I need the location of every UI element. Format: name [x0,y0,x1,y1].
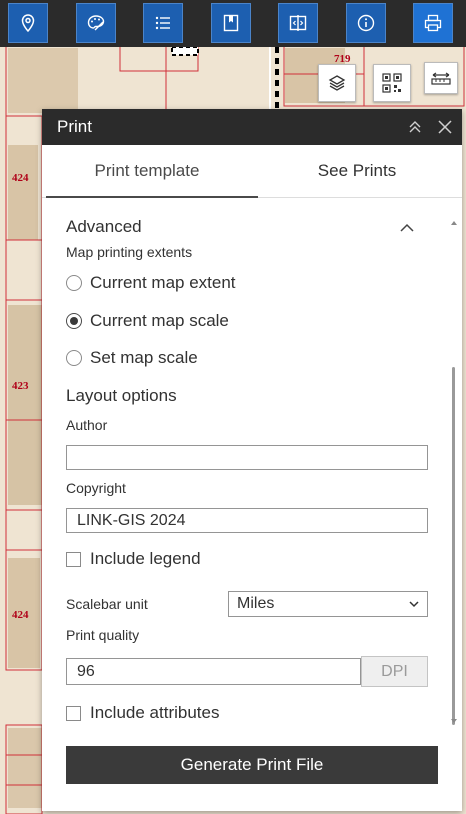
close-panel-button[interactable] [430,109,460,145]
print-template-content: Advanced Map printing extents Current ma… [42,199,462,811]
grid-widget-button[interactable] [373,64,411,102]
double-chevron-up-icon [409,121,421,133]
copyright-input[interactable]: LINK-GIS 2024 [66,508,428,533]
radio-label: Current map extent [90,273,236,292]
generate-print-file-button[interactable]: Generate Print File [66,746,438,784]
basemap-button[interactable] [76,3,116,43]
print-quality-input[interactable]: 96 [66,658,361,685]
include-attributes-label: Include attributes [90,703,220,722]
print-button[interactable] [413,3,453,43]
radio-current-map-scale[interactable]: Current map scale [66,311,229,331]
tab-see-prints[interactable]: See Prints [252,145,462,197]
scroll-down-arrow[interactable] [451,719,457,723]
print-tabs: Print template See Prints [42,145,462,198]
ruler-icon [431,72,451,85]
dpi-suffix: DPI [361,656,428,687]
bookmark-icon [223,14,239,32]
author-input[interactable] [66,445,428,470]
include-legend-checkbox[interactable] [66,551,81,567]
layers-widget-button[interactable] [318,64,356,102]
radio-label: Current map scale [90,311,229,330]
radio-button[interactable] [66,350,82,366]
parcel-label: 424 [12,609,29,621]
advanced-section-title[interactable]: Advanced [66,217,142,237]
swipe-icon [289,15,307,31]
parcel-label: 424 [12,172,29,184]
collapse-panel-button[interactable] [400,109,430,145]
measure-widget-button[interactable] [424,62,458,94]
list-icon [155,16,170,30]
parcel-label: 423 [12,380,29,392]
copyright-label: Copyright [66,480,126,496]
printer-icon [424,14,442,32]
radio-button-checked[interactable] [66,313,82,329]
bookmarks-button[interactable] [211,3,251,43]
print-panel: Print Print template See Prints Advanced… [42,109,462,811]
include-legend-label: Include legend [90,549,201,568]
scalebar-unit-value: Miles [237,595,275,612]
swipe-button[interactable] [278,3,318,43]
chevron-down-icon [409,601,419,608]
about-button[interactable] [346,3,386,43]
panel-title: Print [57,117,92,136]
location-button[interactable] [8,3,48,43]
map-extents-label: Map printing extents [66,244,193,260]
include-attributes-checkbox[interactable] [66,705,81,721]
top-toolbar [0,0,466,47]
scalebar-unit-select[interactable]: Miles [228,591,428,617]
print-quality-label: Print quality [66,627,140,643]
map-pin-icon [21,14,35,33]
radio-current-map-extent[interactable]: Current map extent [66,273,236,293]
scrollbar-thumb[interactable] [452,367,455,725]
scalebar-unit-label: Scalebar unit [66,596,148,612]
radio-label: Set map scale [90,348,198,367]
layer-list-button[interactable] [143,3,183,43]
chevron-up-icon[interactable] [399,221,415,239]
close-icon [438,120,452,134]
palette-icon [87,15,105,31]
include-legend-checkbox-row[interactable]: Include legend [66,549,201,569]
qr-grid-icon [382,73,402,93]
layout-options-title: Layout options [66,386,177,405]
layers-icon [328,75,346,91]
tab-print-template[interactable]: Print template [42,145,258,198]
include-attributes-checkbox-row[interactable]: Include attributes [66,703,219,723]
panel-header: Print [42,109,462,145]
radio-set-map-scale[interactable]: Set map scale [66,348,198,368]
info-icon [357,14,375,32]
scroll-up-arrow[interactable] [451,221,457,225]
radio-button[interactable] [66,275,82,291]
author-label: Author [66,417,108,433]
